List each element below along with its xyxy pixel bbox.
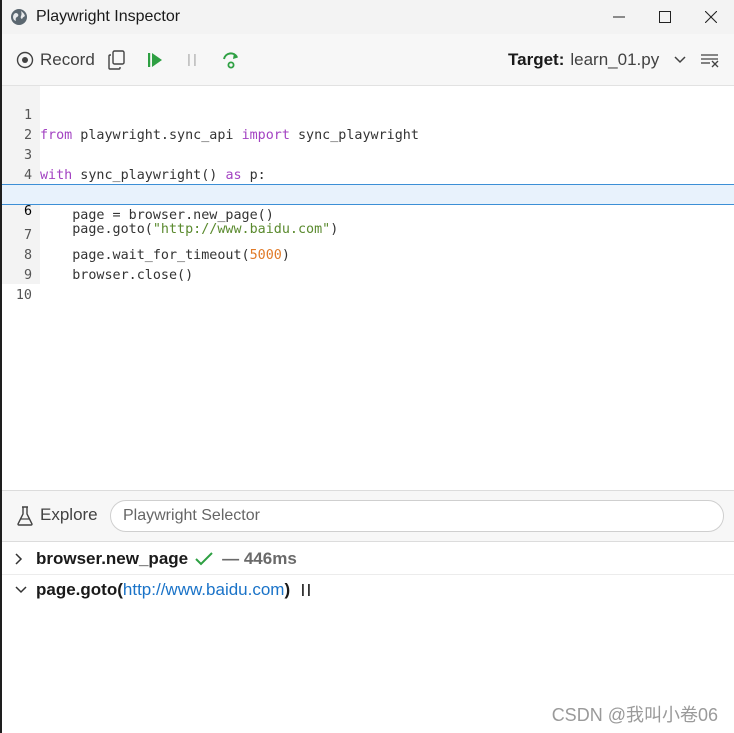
flask-icon xyxy=(17,506,33,526)
window-title: Playwright Inspector xyxy=(36,8,181,25)
code-editor[interactable]: 1 from playwright.sync_api import sync_p… xyxy=(2,86,734,490)
maximize-button[interactable] xyxy=(642,0,688,34)
code-line: 8 browser.close() xyxy=(2,226,734,283)
paused-icon xyxy=(300,583,312,597)
explore-label[interactable]: Explore xyxy=(40,505,98,525)
close-icon xyxy=(705,11,717,23)
log-url-link[interactable]: http://www.baidu.com xyxy=(123,580,285,599)
resume-button[interactable] xyxy=(146,34,164,86)
step-over-button[interactable] xyxy=(220,34,242,86)
log-action-name: browser.new_page xyxy=(36,548,189,568)
record-button[interactable]: Record xyxy=(16,34,95,86)
log-entry[interactable]: page.goto(http://www.baidu.com) xyxy=(2,574,734,605)
target-label: Target: xyxy=(508,50,565,69)
log-duration: — 446ms xyxy=(222,548,297,568)
chevron-right-icon[interactable] xyxy=(14,552,28,566)
minimize-button[interactable] xyxy=(596,0,642,34)
chevron-down-icon xyxy=(674,56,686,64)
play-icon xyxy=(148,53,162,67)
step-over-icon xyxy=(223,52,238,69)
log-action-name: page.goto(http://www.baidu.com) xyxy=(36,580,290,600)
explore-bar: Explore xyxy=(2,490,734,542)
checkmark-icon xyxy=(195,551,213,565)
inspector-window: Playwright Inspector Record Target: lear… xyxy=(0,0,734,733)
close-button[interactable] xyxy=(688,0,734,34)
selector-input[interactable] xyxy=(110,500,724,532)
target-selector[interactable]: Target: learn_01.py xyxy=(508,34,687,86)
pause-icon xyxy=(188,54,196,66)
record-icon xyxy=(16,51,34,69)
code-line: 9 xyxy=(2,246,734,283)
active-code-line: 6 page.goto("http://www.baidu.com") xyxy=(2,184,734,237)
log-entry[interactable]: browser.new_page — 446ms xyxy=(2,543,734,575)
window-controls xyxy=(596,0,734,34)
copy-button[interactable] xyxy=(108,34,126,86)
title-bar[interactable]: Playwright Inspector xyxy=(2,0,734,34)
copy-icon xyxy=(108,50,125,70)
code-line: 10 xyxy=(2,266,734,303)
minimize-icon xyxy=(613,16,625,18)
chevron-down-icon[interactable] xyxy=(14,585,28,595)
record-label: Record xyxy=(40,50,95,69)
watermark: CSDN @我叫小卷06 xyxy=(551,705,718,725)
code-line: 1 from playwright.sync_api import sync_p… xyxy=(2,86,734,143)
clear-button[interactable] xyxy=(700,34,720,86)
target-value: learn_01.py xyxy=(570,50,660,69)
maximize-icon xyxy=(659,11,671,23)
log-action-prefix: page.goto( xyxy=(36,579,123,599)
code-line: 3 with sync_playwright() as p: xyxy=(2,126,734,183)
globe-icon xyxy=(11,9,27,25)
clear-all-icon xyxy=(701,54,719,68)
pause-button[interactable] xyxy=(185,34,199,86)
line-number: 10 xyxy=(15,288,32,303)
code-line: 5 page = browser.new_page() xyxy=(2,166,734,223)
code-line: 7 page.wait_for_timeout(5000) xyxy=(2,206,734,263)
code-line: 4 browser = p.chromium.launch(headless=F… xyxy=(2,146,734,203)
code-line: 2 xyxy=(2,106,734,143)
log-action-suffix: ) xyxy=(284,579,291,599)
toolbar: Record Target: learn_01.py xyxy=(2,34,734,86)
